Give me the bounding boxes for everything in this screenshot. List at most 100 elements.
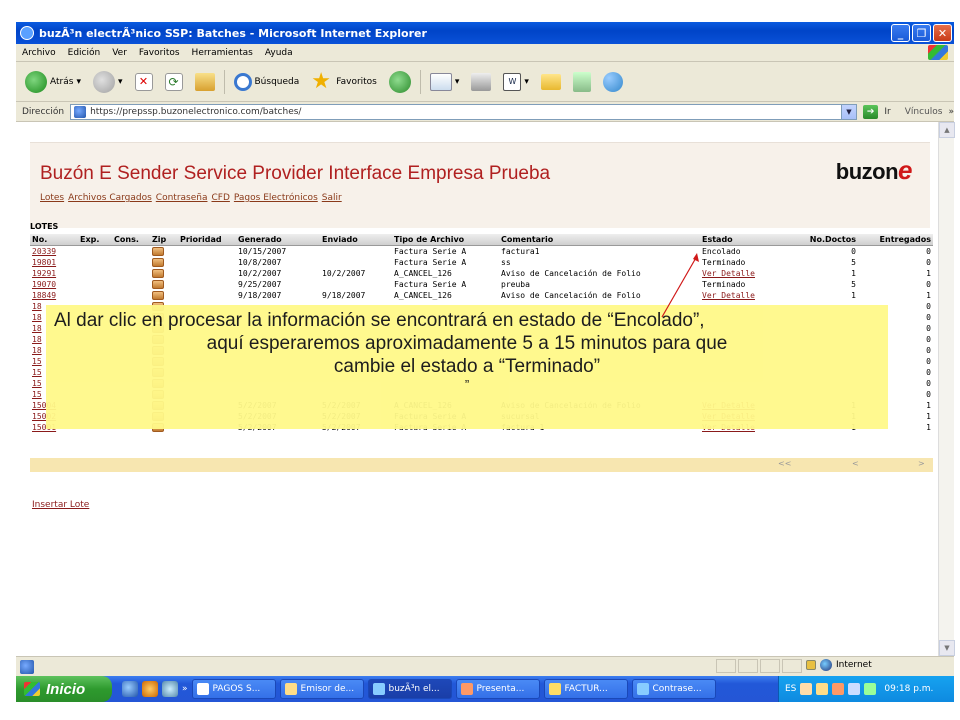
chevron-right-icon[interactable]: » [182,684,188,694]
insert-lote-link[interactable]: Insertar Lote [32,500,89,510]
research-button[interactable] [570,68,594,96]
menu-edicion[interactable]: Edición [68,48,101,58]
table-row: 19291 10/2/2007 10/2/2007 A_CANCEL_126 Aviso… [30,268,933,279]
edit-button[interactable]: W ▾ [500,68,532,96]
minimize-button[interactable]: _ [891,24,910,42]
print-button[interactable] [468,68,494,96]
go-button[interactable]: Ir [884,107,890,117]
task-factur[interactable]: FACTUR... [543,679,628,699]
history-button[interactable] [386,68,414,96]
back-button[interactable]: Atrás ▾ [22,68,84,96]
start-button[interactable]: Inicio [16,676,112,702]
ver-detalle-link[interactable]: Ver Detalle [700,268,784,279]
favorites-button[interactable]: ★ Favoritos [308,68,380,96]
menu-ayuda[interactable]: Ayuda [265,48,293,58]
nav-archivos-cargados[interactable]: Archivos Cargados [68,193,152,203]
nav-cfd[interactable]: CFD [211,193,229,203]
app-header: Buzón E Sender Service Provider Interfac… [30,142,930,228]
task-label: Contrase... [652,684,702,694]
menu-favoritos[interactable]: Favoritos [139,48,180,58]
maximize-button[interactable]: ❐ [912,24,931,42]
zip-download-icon[interactable] [152,268,164,278]
pager-next[interactable]: > [918,459,925,468]
zip-download-icon[interactable] [152,279,164,289]
nav-pagos-electronicos[interactable]: Pagos Electrónicos [234,193,318,203]
ver-detalle-link[interactable]: Ver Detalle [700,290,784,301]
close-button[interactable]: ✕ [933,24,952,42]
col-estado[interactable]: Estado [700,234,784,246]
search-button[interactable]: Búsqueda [231,68,303,96]
zip-cell [150,246,178,257]
clock: 09:18 p.m. [884,684,934,694]
col-no[interactable]: No. [30,234,78,246]
batch-number-link[interactable]: 20339 [30,246,78,257]
doctos-cell: 5 [851,279,856,289]
address-dropdown-icon[interactable]: ▼ [840,104,856,119]
col-cons[interactable]: Cons. [112,234,150,246]
refresh-button[interactable]: ⟳ [162,68,186,96]
col-enviado[interactable]: Enviado [320,234,392,246]
col-tipo[interactable]: Tipo de Archivo [392,234,499,246]
col-prioridad[interactable]: Prioridad [178,234,236,246]
tray-icon[interactable] [832,683,845,695]
pager-first[interactable]: << [778,459,791,468]
home-button[interactable] [192,68,218,96]
zip-download-icon[interactable] [152,246,164,256]
address-input[interactable]: https://prepssp.buzonelectronico.com/bat… [70,103,857,120]
history-icon [388,70,411,93]
generado-cell: 10/15/2007 [238,246,287,256]
nav-contrasena[interactable]: Contraseña [156,193,208,203]
stop-button[interactable]: ✕ [132,68,156,96]
mail-button[interactable]: ▾ [427,68,463,96]
links-button[interactable]: Vínculos [905,107,943,117]
col-entregados[interactable]: Entregados [858,234,933,246]
task-buzon[interactable]: buzÃ³n el... [367,679,452,699]
vertical-scrollbar[interactable]: ▲ ▼ [938,122,955,656]
main-nav: Lotes Archivos Cargados Contraseña CFD P… [40,193,342,203]
tray-icon[interactable] [864,683,877,695]
messenger-quicklaunch-icon[interactable] [162,681,178,697]
chevron-right-icon[interactable]: » [948,107,954,117]
address-bar: Dirección https://prepssp.buzonelectroni… [16,102,954,122]
task-presentacion[interactable]: Presenta... [455,679,540,699]
nav-salir[interactable]: Salir [322,193,342,203]
scroll-up-icon[interactable]: ▲ [939,122,955,138]
tray-network-icon[interactable] [848,683,861,695]
menu-herramientas[interactable]: Herramientas [192,48,253,58]
zip-cell [150,279,178,290]
menu-ver[interactable]: Ver [112,48,127,58]
col-no-doctos[interactable]: No.Doctos [784,234,858,246]
window-titlebar[interactable]: buzÃ³n electrÃ³nico SSP: Batches - Micro… [16,22,954,44]
forward-button[interactable]: ▾ [90,68,126,96]
task-pagos[interactable]: PAGOS S... [191,679,276,699]
pager-prev[interactable]: < [852,459,859,468]
batch-number-link[interactable]: 19801 [30,257,78,268]
table-row: 18849 9/18/2007 9/18/2007 A_CANCEL_126 Aviso… [30,290,933,301]
col-generado[interactable]: Generado [236,234,320,246]
tray-mail-icon[interactable] [816,683,829,695]
batch-number-link[interactable]: 18849 [30,290,78,301]
messenger-button[interactable] [600,68,626,96]
outlook-quicklaunch-icon[interactable] [142,681,158,697]
nav-lotes[interactable]: Lotes [40,193,64,203]
entregados-cell: 0 [926,246,931,256]
batch-number-link[interactable]: 19070 [30,279,78,290]
col-exp[interactable]: Exp. [78,234,112,246]
zip-download-icon[interactable] [152,257,164,267]
folder-button[interactable] [538,68,564,96]
batch-number-link[interactable]: 19291 [30,268,78,279]
dropdown-arrow-icon: ▾ [524,76,529,87]
ie-quicklaunch-icon[interactable] [122,681,138,697]
menu-archivo[interactable]: Archivo [22,48,56,58]
col-zip[interactable]: Zip [150,234,178,246]
task-emisor[interactable]: Emisor de... [279,679,364,699]
go-arrow-icon[interactable]: ➔ [862,104,879,119]
task-contrasena[interactable]: Contrase... [631,679,716,699]
col-comentario[interactable]: Comentario [499,234,700,246]
zip-download-icon[interactable] [152,290,164,300]
cons-cell [112,257,150,268]
scroll-down-icon[interactable]: ▼ [939,640,955,656]
language-indicator[interactable]: ES [785,684,796,694]
tray-icon[interactable] [800,683,813,695]
pager: << < > [30,458,933,472]
